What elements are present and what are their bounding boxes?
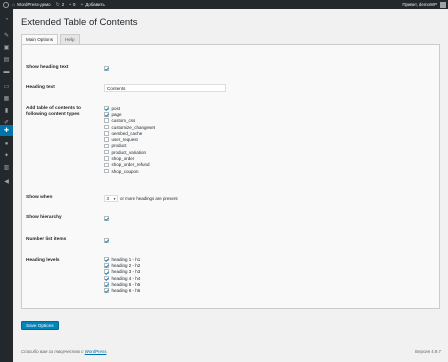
footer-version: Версия 4.9.7: [415, 349, 441, 354]
pin-icon[interactable]: ✎: [3, 32, 10, 39]
checkbox[interactable]: [104, 124, 109, 130]
checkbox[interactable]: [104, 118, 109, 123]
checkbox[interactable]: [104, 275, 109, 281]
new-content-link[interactable]: + Добавить: [80, 2, 104, 8]
show-when-label: Show when: [26, 195, 53, 200]
products-icon[interactable]: ▦: [3, 95, 10, 102]
checkbox[interactable]: [104, 112, 109, 117]
footer-thanks: Спасибо вам за творчество с WordPress.: [21, 349, 108, 354]
collapse-icon[interactable]: ◀: [3, 178, 10, 185]
show-hierarchy-label: Show hierarchy: [26, 215, 62, 220]
option-label: heading 5 - h5: [111, 281, 141, 287]
chevron-down-icon: ▼: [113, 196, 116, 201]
my-account-link[interactable]: Привет, demoWP: [402, 0, 446, 9]
wordpress-logo-icon[interactable]: [0, 0, 12, 9]
checkbox[interactable]: [104, 131, 109, 136]
option-label: customize_changeset: [111, 124, 156, 130]
checkbox[interactable]: [104, 168, 109, 174]
content-type-customize-changeset[interactable]: customize_changeset: [104, 124, 155, 130]
save-options-button[interactable]: Save Options: [21, 321, 59, 330]
heading-levels-list: heading 1 - h1 heading 2 - h2 heading 3 …: [104, 256, 140, 294]
option-label: product_variation: [111, 149, 147, 155]
option-label: product: [111, 143, 127, 149]
dashboard-icon[interactable]: ◔: [3, 16, 10, 23]
media-icon[interactable]: ▣: [3, 44, 10, 51]
comments-icon[interactable]: ▬: [3, 68, 10, 75]
site-name-link[interactable]: ⌂ WordPress-демо: [12, 2, 51, 8]
tools-icon[interactable]: ✦: [3, 152, 10, 159]
avatar: [440, 1, 446, 8]
show-when-suffix: or more headings are present: [120, 196, 178, 201]
wordpress-link[interactable]: WordPress: [85, 349, 107, 354]
option-label: heading 2 - h2: [111, 262, 141, 268]
option-label: shop_order_refund: [111, 162, 150, 168]
analytics-icon[interactable]: ▮: [3, 107, 10, 114]
checkbox[interactable]: [104, 105, 109, 111]
footer-thanks-text: Спасибо вам за творчество с: [21, 349, 84, 354]
comments-icon: ▪: [69, 1, 72, 8]
footer-thanks-end: .: [106, 349, 108, 354]
tab-help[interactable]: Help: [60, 34, 80, 44]
checkbox[interactable]: [104, 256, 109, 262]
page-title: Extended Table of Contents: [21, 17, 138, 28]
updates-link[interactable]: ↻ 2: [56, 2, 65, 8]
plus-icon: +: [80, 1, 84, 8]
admin-side-menu: ◔ ✎ ▣ ▤ ▬ ▭ ▦ ▮ ✐ ✚ ● ✦ ▥ ◀: [0, 9, 13, 362]
content-type-shop-order-refund[interactable]: shop_order_refund: [104, 162, 155, 168]
comments-link[interactable]: ▪ 0: [69, 2, 75, 8]
option-label: heading 4 - h4: [111, 275, 141, 281]
number-list-items-label: Number list items: [26, 237, 67, 242]
heading-text-label: Heading text: [26, 85, 55, 90]
admin-bar: ⌂ WordPress-демо ↻ 2 ▪ 0 + Добавить Прив…: [0, 0, 448, 9]
updates-count: 2: [61, 2, 65, 7]
option-label: heading 1 - h1: [111, 256, 141, 262]
show-heading-text-checkbox[interactable]: [104, 66, 109, 71]
checkbox[interactable]: [104, 162, 109, 168]
checkbox[interactable]: [104, 263, 109, 268]
option-label: oembed_cache: [111, 130, 143, 136]
checkbox[interactable]: [104, 282, 109, 287]
heading-text-input[interactable]: Contents: [104, 84, 226, 92]
checkbox[interactable]: [104, 137, 109, 142]
show-heading-text-label: Show heading text: [26, 65, 69, 70]
option-label: heading 3 - h3: [111, 269, 141, 275]
number-list-items-checkbox[interactable]: [104, 238, 109, 243]
content-type-shop-coupon[interactable]: shop_coupon: [104, 168, 155, 174]
settings-icon[interactable]: ▥: [3, 164, 10, 171]
show-when-value: 3: [106, 196, 109, 201]
checkbox[interactable]: [104, 156, 109, 161]
option-label: custom_css: [111, 118, 136, 124]
heading-levels-label: Heading levels: [26, 258, 60, 263]
plugins-icon[interactable]: ✚: [0, 125, 13, 136]
option-label: heading 6 - h6: [111, 288, 141, 294]
greeting-text: Привет, demoWP: [402, 2, 437, 7]
show-when-select[interactable]: 3 ▼: [104, 195, 118, 202]
home-icon: ⌂: [12, 1, 16, 8]
users-icon[interactable]: ●: [3, 140, 10, 147]
show-hierarchy-checkbox[interactable]: [104, 216, 109, 221]
content-types-list: post page custom_css customize_changeset…: [104, 105, 155, 174]
option-label: page: [111, 111, 122, 117]
heading-level-h6[interactable]: heading 6 - h6: [104, 287, 140, 293]
option-label: shop_order: [111, 156, 135, 162]
option-label: user_request: [111, 137, 138, 143]
new-content-label: Добавить: [85, 2, 105, 7]
checkbox[interactable]: [104, 143, 109, 149]
option-label: post: [111, 105, 121, 111]
settings-panel: Show heading text Heading text Contents …: [21, 44, 440, 309]
updates-icon: ↻: [55, 1, 60, 8]
content-types-label: Add table of contents to following conte…: [26, 106, 81, 118]
option-label: shop_coupon: [111, 168, 139, 174]
woocommerce-icon[interactable]: ▭: [3, 83, 10, 90]
site-name-label: WordPress-демо: [17, 2, 51, 7]
pages-icon[interactable]: ▤: [3, 56, 10, 63]
comments-count: 0: [73, 2, 76, 7]
checkbox[interactable]: [104, 149, 109, 155]
checkbox[interactable]: [104, 288, 109, 293]
checkbox[interactable]: [104, 269, 109, 274]
